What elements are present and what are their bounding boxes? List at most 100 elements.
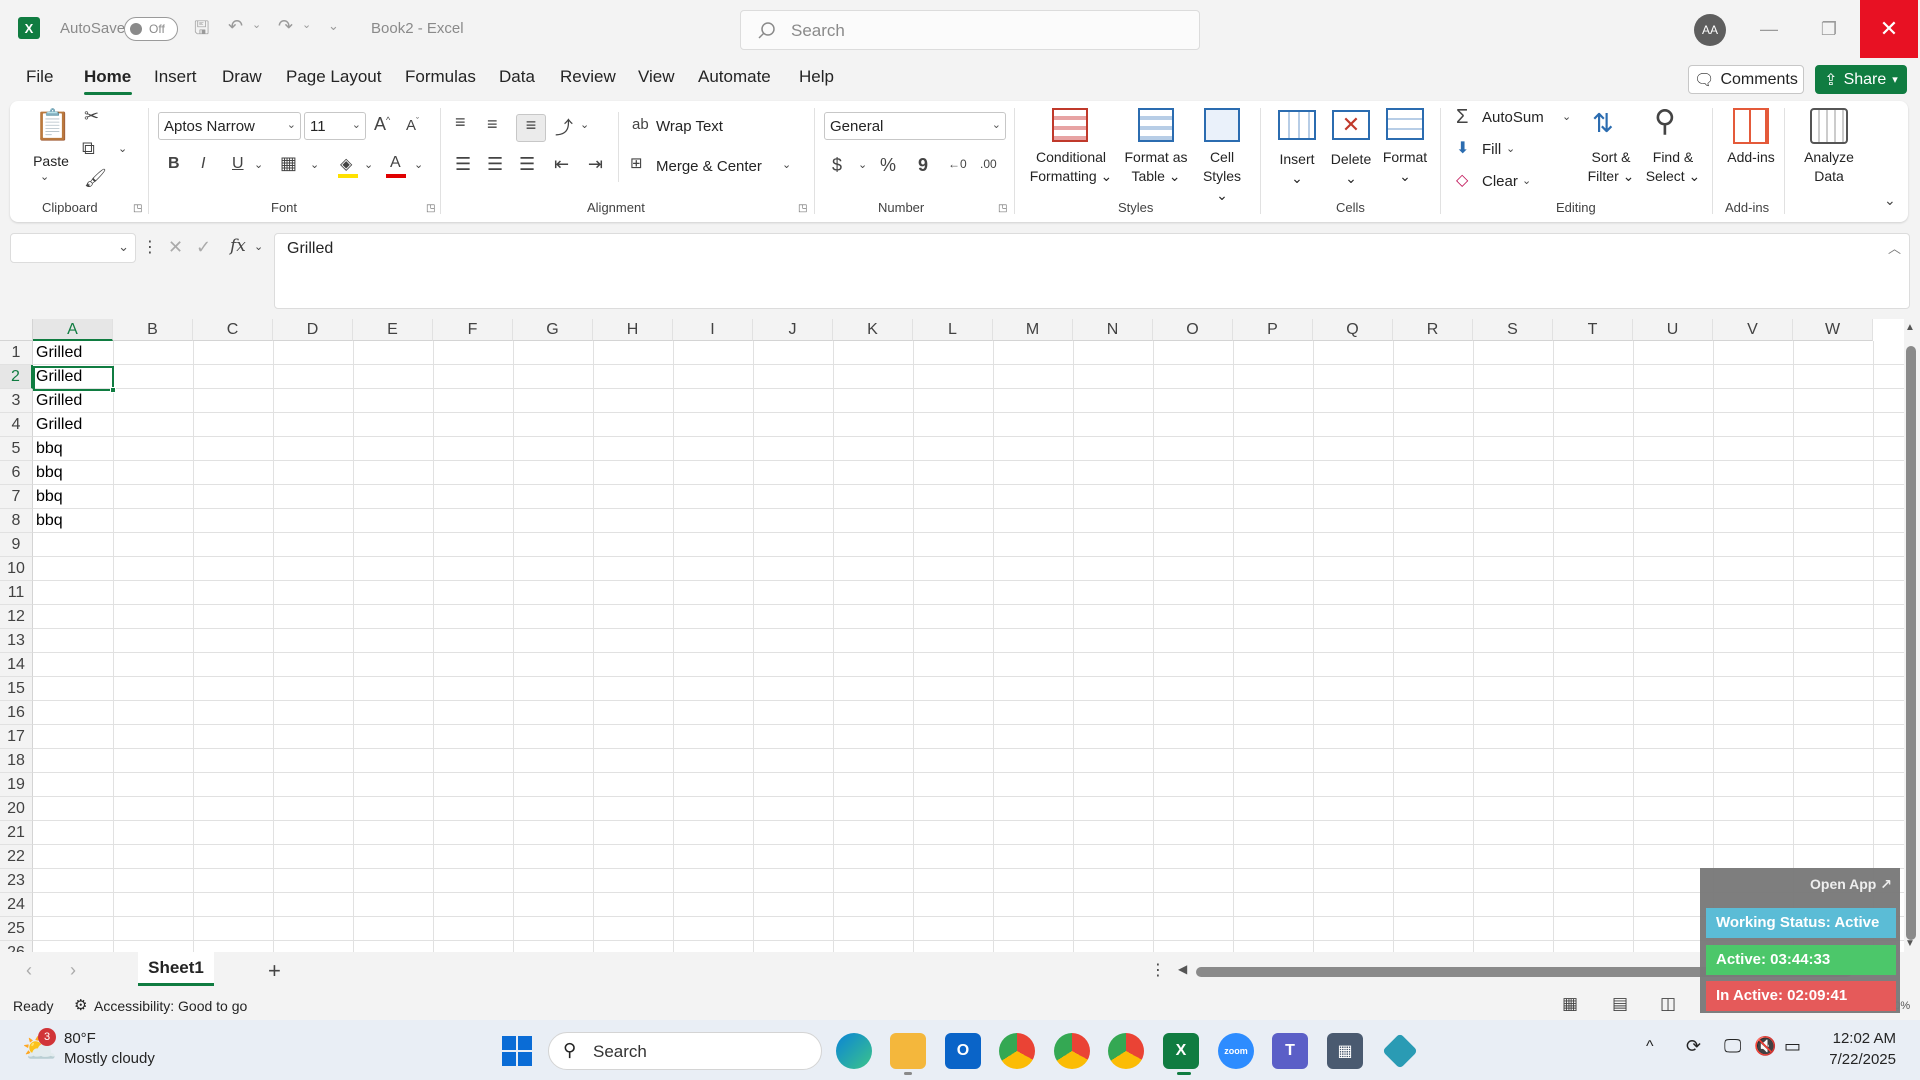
row-header-26[interactable]: 26: [0, 941, 33, 952]
align-left-icon[interactable]: ☰: [455, 154, 471, 175]
restore-icon[interactable]: ❐: [1800, 0, 1858, 58]
row-header-4[interactable]: 4: [0, 413, 33, 437]
cell-a6[interactable]: bbq: [33, 461, 113, 485]
bold-button[interactable]: B: [168, 155, 180, 173]
clock-date[interactable]: 7/22/2025: [1816, 1051, 1896, 1068]
sort-filter-button[interactable]: Sort & Filter ⌄: [1582, 148, 1640, 186]
avatar[interactable]: AA: [1694, 14, 1726, 46]
select-all-corner[interactable]: [0, 319, 33, 341]
add-ins-icon[interactable]: [1733, 108, 1769, 144]
column-header-h[interactable]: H: [593, 319, 673, 341]
sheet-tab[interactable]: Sheet1: [138, 952, 214, 986]
font-color-dropdown-icon[interactable]: ⌄: [414, 158, 423, 171]
format-as-table-icon[interactable]: [1138, 108, 1174, 142]
row-header-1[interactable]: 1: [0, 341, 33, 365]
worksheet-grid[interactable]: A B C D E F G H I J K L M N O P Q R S T U V W 1 2 3 4 5 6 7 8 9 10 11 12 13…: [0, 319, 1904, 952]
column-header-g[interactable]: G: [513, 319, 593, 341]
menu-view[interactable]: View: [638, 67, 675, 87]
column-header-n[interactable]: N: [1073, 319, 1153, 341]
redo-icon[interactable]: ↷: [278, 16, 293, 37]
column-header-f[interactable]: F: [433, 319, 513, 341]
row-header-10[interactable]: 10: [0, 557, 33, 581]
font-name-select[interactable]: Aptos Narrow ⌄: [158, 112, 301, 140]
insert-cells-button[interactable]: Insert ⌄: [1272, 150, 1322, 188]
excel-taskbar-icon[interactable]: X: [1163, 1033, 1199, 1069]
menu-formulas[interactable]: Formulas: [405, 67, 476, 87]
edge-icon[interactable]: [836, 1033, 872, 1069]
add-ins-button[interactable]: Add-ins: [1720, 148, 1782, 167]
currency-button[interactable]: $: [832, 155, 842, 176]
insert-function-icon[interactable]: fx: [230, 236, 246, 256]
cancel-icon[interactable]: ✕: [168, 237, 183, 258]
undo-dropdown-icon[interactable]: ⌄: [252, 18, 261, 31]
menu-data[interactable]: Data: [499, 67, 535, 87]
cell-a8[interactable]: bbq: [33, 509, 113, 533]
decrease-indent-icon[interactable]: ⇤: [554, 154, 569, 175]
format-as-table-button[interactable]: Format as Table ⌄: [1116, 148, 1196, 186]
cut-icon[interactable]: ✂: [84, 106, 99, 127]
row-header-12[interactable]: 12: [0, 605, 33, 629]
column-header-v[interactable]: V: [1713, 319, 1793, 341]
align-center-icon[interactable]: ☰: [487, 154, 503, 175]
weather-desc[interactable]: Mostly cloudy: [64, 1050, 155, 1067]
menu-file[interactable]: File: [26, 67, 53, 87]
wrap-text-button[interactable]: Wrap Text: [656, 118, 723, 135]
vertical-scroll-thumb[interactable]: [1906, 346, 1916, 940]
redo-dropdown-icon[interactable]: ⌄: [302, 18, 311, 31]
save-icon[interactable]: 🖫: [194, 16, 209, 46]
clear-dropdown-icon[interactable]: ⌄: [1522, 174, 1531, 187]
accessibility-icon[interactable]: ⚙: [74, 996, 87, 1014]
row-header-21[interactable]: 21: [0, 821, 33, 845]
find-select-button[interactable]: Find & Select ⌄: [1642, 148, 1704, 186]
autosave-toggle[interactable]: Off: [124, 17, 178, 41]
row-header-13[interactable]: 13: [0, 629, 33, 653]
currency-dropdown-icon[interactable]: ⌄: [858, 158, 867, 171]
prev-sheet-icon[interactable]: ‹: [26, 960, 32, 981]
network-icon[interactable]: 🖵: [1724, 1036, 1741, 1057]
column-header-s[interactable]: S: [1473, 319, 1553, 341]
row-header-22[interactable]: 22: [0, 845, 33, 869]
file-explorer-icon[interactable]: [890, 1033, 926, 1069]
column-header-i[interactable]: I: [673, 319, 753, 341]
comments-button[interactable]: 🗨 Comments: [1688, 65, 1804, 94]
accessibility-status[interactable]: Accessibility: Good to go: [94, 998, 247, 1014]
paste-label[interactable]: Paste: [28, 152, 74, 171]
eraser-icon[interactable]: ◇: [1456, 170, 1468, 190]
zoom-icon[interactable]: zoom: [1218, 1033, 1254, 1069]
clipboard-launcher-icon[interactable]: ◳: [133, 203, 142, 214]
undo-icon[interactable]: ↶: [228, 16, 243, 37]
menu-draw[interactable]: Draw: [222, 67, 262, 87]
format-cells-icon[interactable]: [1386, 108, 1424, 140]
format-painter-icon[interactable]: 🖌: [84, 168, 107, 189]
row-header-17[interactable]: 17: [0, 725, 33, 749]
conditional-formatting-icon[interactable]: [1052, 108, 1088, 142]
column-header-e[interactable]: E: [353, 319, 433, 341]
column-header-t[interactable]: T: [1553, 319, 1633, 341]
chevron-down-icon[interactable]: ⌄: [254, 240, 263, 253]
ribbon-collapse-icon[interactable]: ⌄: [1884, 192, 1896, 209]
menu-home[interactable]: Home: [84, 67, 131, 87]
fill-color-icon[interactable]: ◈: [338, 154, 358, 178]
row-header-15[interactable]: 15: [0, 677, 33, 701]
underline-button[interactable]: U: [232, 155, 244, 173]
customize-toolbar-icon[interactable]: ⌄: [328, 18, 339, 34]
row-header-16[interactable]: 16: [0, 701, 33, 725]
battery-icon[interactable]: ▭: [1784, 1036, 1801, 1057]
menu-automate[interactable]: Automate: [698, 67, 771, 87]
fill-handle[interactable]: [110, 387, 116, 393]
alignment-launcher-icon[interactable]: ◳: [798, 203, 807, 214]
conditional-formatting-button[interactable]: Conditional Formatting ⌄: [1022, 148, 1120, 186]
name-box[interactable]: ⌄: [10, 233, 136, 263]
more-options-icon[interactable]: ⋮: [142, 237, 158, 257]
align-top-icon[interactable]: ≡: [455, 112, 466, 133]
fill-dropdown-icon[interactable]: ⌄: [364, 158, 373, 171]
windows-start-icon[interactable]: [502, 1036, 532, 1066]
orientation-icon[interactable]: ⤴: [555, 114, 573, 140]
column-header-p[interactable]: P: [1233, 319, 1313, 341]
chrome-profile-icon[interactable]: [1054, 1033, 1090, 1069]
percent-button[interactable]: %: [880, 155, 896, 176]
column-header-j[interactable]: J: [753, 319, 833, 341]
borders-dropdown-icon[interactable]: ⌄: [310, 158, 319, 171]
row-header-3[interactable]: 3: [0, 389, 33, 413]
autosum-button[interactable]: AutoSum: [1482, 109, 1544, 126]
